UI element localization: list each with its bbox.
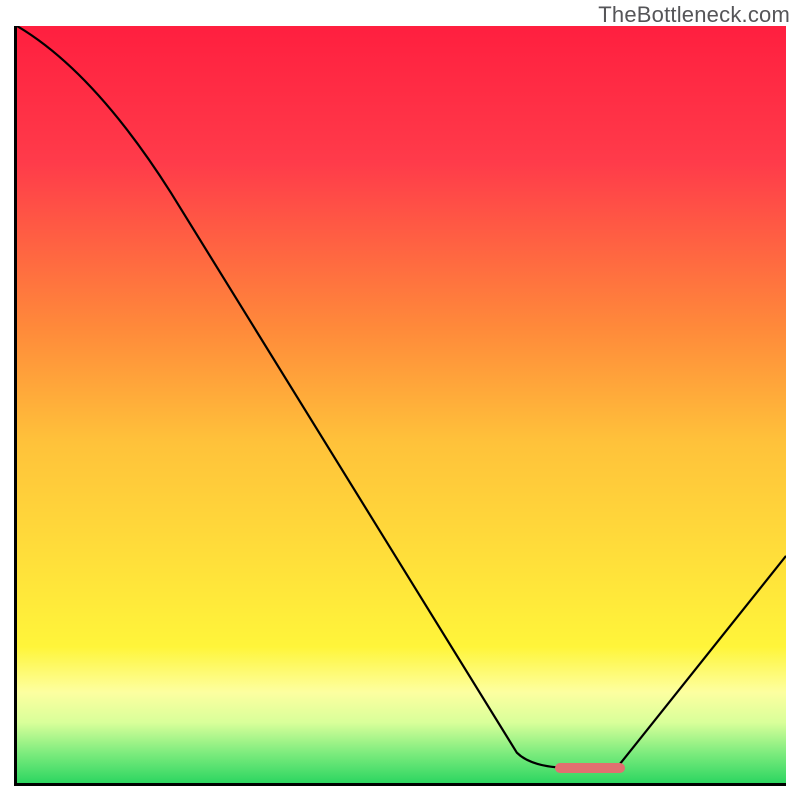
chart-container: TheBottleneck.com (0, 0, 800, 800)
bottleneck-curve (17, 26, 786, 783)
watermark-text: TheBottleneck.com (598, 2, 790, 28)
plot-area (14, 26, 786, 786)
optimal-marker (555, 763, 624, 773)
